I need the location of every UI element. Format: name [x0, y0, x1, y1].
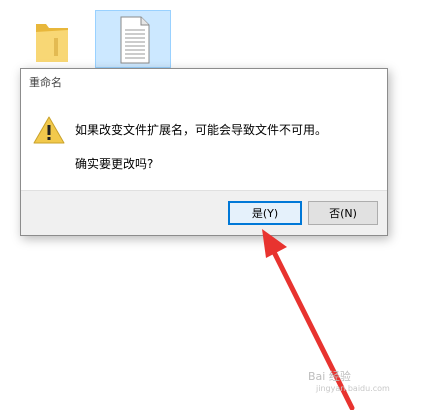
- watermark-brand: Bai 经验: [308, 370, 351, 383]
- dialog-title: 重命名: [29, 76, 62, 89]
- dialog-footer: 是(Y) 否(N): [21, 190, 387, 235]
- warning-message: 如果改变文件扩展名，可能会导致文件不可用。: [75, 123, 328, 137]
- watermark-url: jingyan.baidu.com: [316, 384, 390, 393]
- no-button[interactable]: 否(N): [308, 201, 378, 225]
- document-icon: [120, 16, 150, 64]
- selected-file-tile[interactable]: [95, 10, 171, 68]
- rename-dialog: 重命名 如果改变文件扩展名，可能会导致文件不可用。 确实要更改吗? 是(Y) 否…: [20, 68, 388, 236]
- yes-button[interactable]: 是(Y): [228, 201, 302, 225]
- warning-icon: [33, 116, 65, 144]
- folder-icon[interactable]: [32, 14, 72, 66]
- confirm-question: 确实要更改吗?: [75, 157, 154, 171]
